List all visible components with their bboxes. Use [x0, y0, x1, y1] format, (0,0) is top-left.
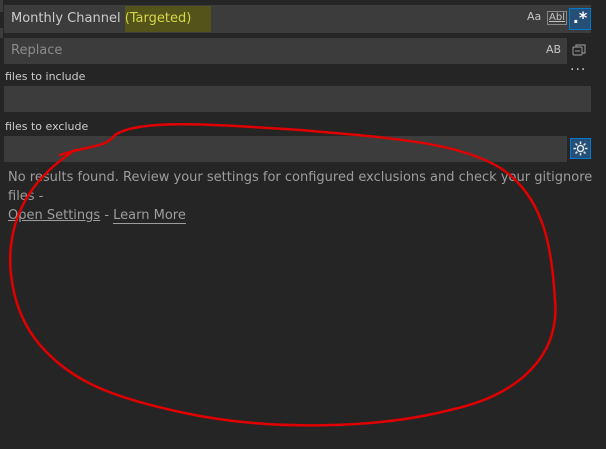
replace-all-icon[interactable]: [571, 42, 587, 58]
regex-toggle[interactable]: .*: [569, 8, 591, 30]
sash-handle: [0, 28, 3, 38]
open-settings-link[interactable]: Open Settings: [8, 208, 100, 223]
search-value: Monthly Channel (Targeted): [11, 6, 212, 32]
files-to-include-label: files to include: [5, 70, 86, 83]
files-to-exclude-label: files to exclude: [5, 120, 89, 133]
no-results-text: No results found. Review your settings f…: [8, 170, 593, 204]
files-to-include-input[interactable]: [4, 86, 591, 112]
search-value-plain: Monthly Channel: [11, 11, 125, 26]
gear-icon: [573, 141, 588, 156]
use-exclude-settings-toggle[interactable]: [570, 138, 591, 159]
preserve-case-toggle[interactable]: AB: [546, 43, 561, 56]
match-whole-word-toggle[interactable]: Abl: [547, 11, 567, 25]
sash-handle: [0, 0, 3, 12]
no-results-message: No results found. Review your settings f…: [8, 168, 598, 225]
learn-more-link[interactable]: Learn More: [113, 208, 186, 224]
search-value-highlight: (Targeted): [124, 6, 212, 32]
match-case-toggle[interactable]: Aa: [527, 10, 541, 23]
replace-placeholder: Replace: [11, 43, 63, 58]
more-options-icon[interactable]: ···: [570, 62, 586, 78]
replace-input[interactable]: Replace AB: [4, 38, 567, 64]
link-separator: -: [100, 208, 114, 223]
files-to-exclude-input[interactable]: [4, 136, 567, 162]
search-input[interactable]: Monthly Channel (Targeted) Aa Abl .*: [4, 5, 591, 33]
